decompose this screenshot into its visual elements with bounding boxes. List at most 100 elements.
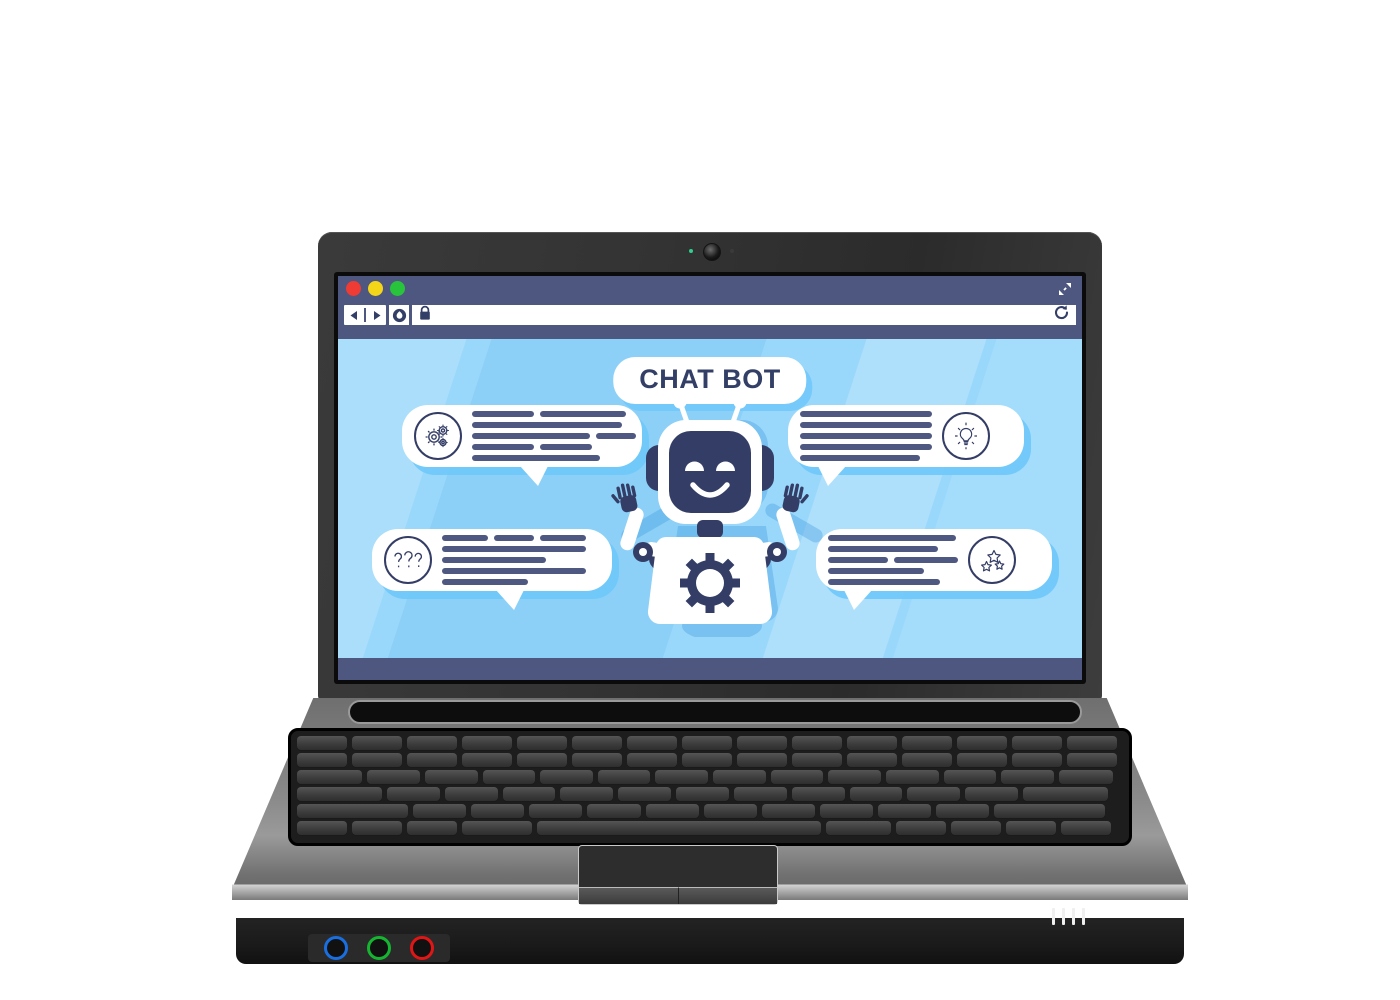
line-out-jack[interactable]	[323, 936, 348, 960]
keyboard-key[interactable]	[885, 770, 939, 784]
keyboard-key[interactable]	[540, 770, 593, 784]
maximize-button[interactable]	[390, 281, 405, 296]
keyboard-key[interactable]	[792, 753, 842, 767]
keyboard-key[interactable]	[407, 736, 457, 750]
keyboard-key[interactable]	[572, 753, 622, 767]
keyboard-key[interactable]	[352, 753, 402, 767]
keyboard-key[interactable]	[825, 821, 892, 835]
keyboard-key[interactable]	[482, 770, 536, 784]
keyboard-key[interactable]	[517, 736, 567, 750]
keyboard-key[interactable]	[351, 821, 402, 835]
keyboard-key[interactable]	[1001, 770, 1054, 784]
bubble-bottom-right[interactable]	[816, 529, 1052, 610]
keyboard-key[interactable]	[737, 736, 787, 750]
keyboard-key[interactable]	[627, 753, 677, 767]
keyboard-key[interactable]	[951, 821, 1002, 835]
keyboard-key[interactable]	[536, 821, 821, 835]
keyboard-key[interactable]	[761, 804, 815, 818]
keyboard-key[interactable]	[1067, 753, 1117, 767]
keyboard-key[interactable]	[1067, 736, 1117, 750]
keyboard-key[interactable]	[297, 736, 347, 750]
back-arrow-icon[interactable]	[344, 305, 364, 325]
keyboard-key[interactable]	[902, 736, 952, 750]
keyboard-key[interactable]	[560, 787, 614, 801]
keyboard-key[interactable]	[352, 736, 402, 750]
keyboard-key[interactable]	[737, 753, 787, 767]
keyboard-key[interactable]	[682, 736, 732, 750]
audio-jack-panel	[308, 934, 450, 962]
forward-arrow-icon[interactable]	[366, 305, 386, 325]
trackpad[interactable]	[578, 845, 778, 905]
keyboard-key[interactable]	[713, 770, 766, 784]
reload-icon[interactable]	[1053, 304, 1070, 326]
keyboard-key[interactable]	[587, 804, 641, 818]
keyboard-key[interactable]	[847, 753, 897, 767]
address-bar[interactable]	[412, 305, 1076, 325]
keyboard-key[interactable]	[529, 804, 583, 818]
keyboard-key[interactable]	[461, 821, 532, 835]
keyboard-key[interactable]	[792, 736, 842, 750]
keyboard-key[interactable]	[502, 787, 556, 801]
bubble-bottom-left[interactable]	[372, 529, 612, 610]
trackpad-left-button[interactable]	[579, 887, 678, 904]
download-shield-icon[interactable]	[389, 305, 409, 325]
keyboard-key[interactable]	[367, 770, 420, 784]
keyboard-key[interactable]	[994, 804, 1106, 818]
keyboard-key[interactable]	[896, 821, 947, 835]
keyboard-key[interactable]	[847, 736, 897, 750]
close-button[interactable]	[346, 281, 361, 296]
keyboard-key[interactable]	[1060, 821, 1111, 835]
keyboard-key[interactable]	[572, 736, 622, 750]
keyboard-key[interactable]	[517, 753, 567, 767]
keyboard-key[interactable]	[907, 787, 961, 801]
trackpad-right-button[interactable]	[677, 887, 777, 904]
keyboard-key[interactable]	[297, 804, 409, 818]
keyboard-key[interactable]	[597, 770, 651, 784]
keyboard-key[interactable]	[936, 804, 990, 818]
keyboard-key[interactable]	[957, 753, 1007, 767]
keyboard-key[interactable]	[655, 770, 708, 784]
keyboard-key[interactable]	[682, 753, 732, 767]
keyboard-key[interactable]	[828, 770, 881, 784]
keyboard-key[interactable]	[297, 770, 363, 784]
keyboard-key[interactable]	[1012, 753, 1062, 767]
keyboard-key[interactable]	[444, 787, 498, 801]
chat-bot-robot[interactable]	[585, 387, 835, 641]
keyboard-key[interactable]	[676, 787, 729, 801]
keyboard-key[interactable]	[406, 821, 457, 835]
keyboard-key[interactable]	[462, 753, 512, 767]
keyboard-key[interactable]	[791, 787, 845, 801]
keyboard-key[interactable]	[297, 787, 382, 801]
keyboard[interactable]	[288, 728, 1132, 846]
keyboard-key[interactable]	[902, 753, 952, 767]
keyboard-key[interactable]	[849, 787, 903, 801]
keyboard-key[interactable]	[1006, 821, 1056, 835]
keyboard-key[interactable]	[297, 821, 347, 835]
microphone-jack[interactable]	[366, 936, 391, 960]
keyboard-key[interactable]	[965, 787, 1019, 801]
keyboard-key[interactable]	[703, 804, 757, 818]
headphone-jack[interactable]	[410, 936, 435, 960]
keyboard-key[interactable]	[733, 787, 787, 801]
keyboard-key[interactable]	[770, 770, 824, 784]
keyboard-key[interactable]	[645, 804, 699, 818]
keyboard-key[interactable]	[1058, 770, 1114, 784]
keyboard-key[interactable]	[627, 736, 677, 750]
keyboard-key[interactable]	[618, 787, 672, 801]
keyboard-key[interactable]	[413, 804, 467, 818]
keyboard-key[interactable]	[471, 804, 525, 818]
keyboard-key[interactable]	[943, 770, 997, 784]
keyboard-key[interactable]	[1012, 736, 1062, 750]
expand-fullscreen-icon[interactable]	[1057, 281, 1073, 297]
bubble-text-lines	[828, 534, 958, 586]
keyboard-key[interactable]	[424, 770, 478, 784]
minimize-button[interactable]	[368, 281, 383, 296]
keyboard-key[interactable]	[957, 736, 1007, 750]
keyboard-key[interactable]	[462, 736, 512, 750]
keyboard-key[interactable]	[297, 753, 347, 767]
keyboard-key[interactable]	[407, 753, 457, 767]
keyboard-key[interactable]	[386, 787, 440, 801]
keyboard-key[interactable]	[878, 804, 932, 818]
keyboard-key[interactable]	[1023, 787, 1109, 801]
keyboard-key[interactable]	[819, 804, 874, 818]
